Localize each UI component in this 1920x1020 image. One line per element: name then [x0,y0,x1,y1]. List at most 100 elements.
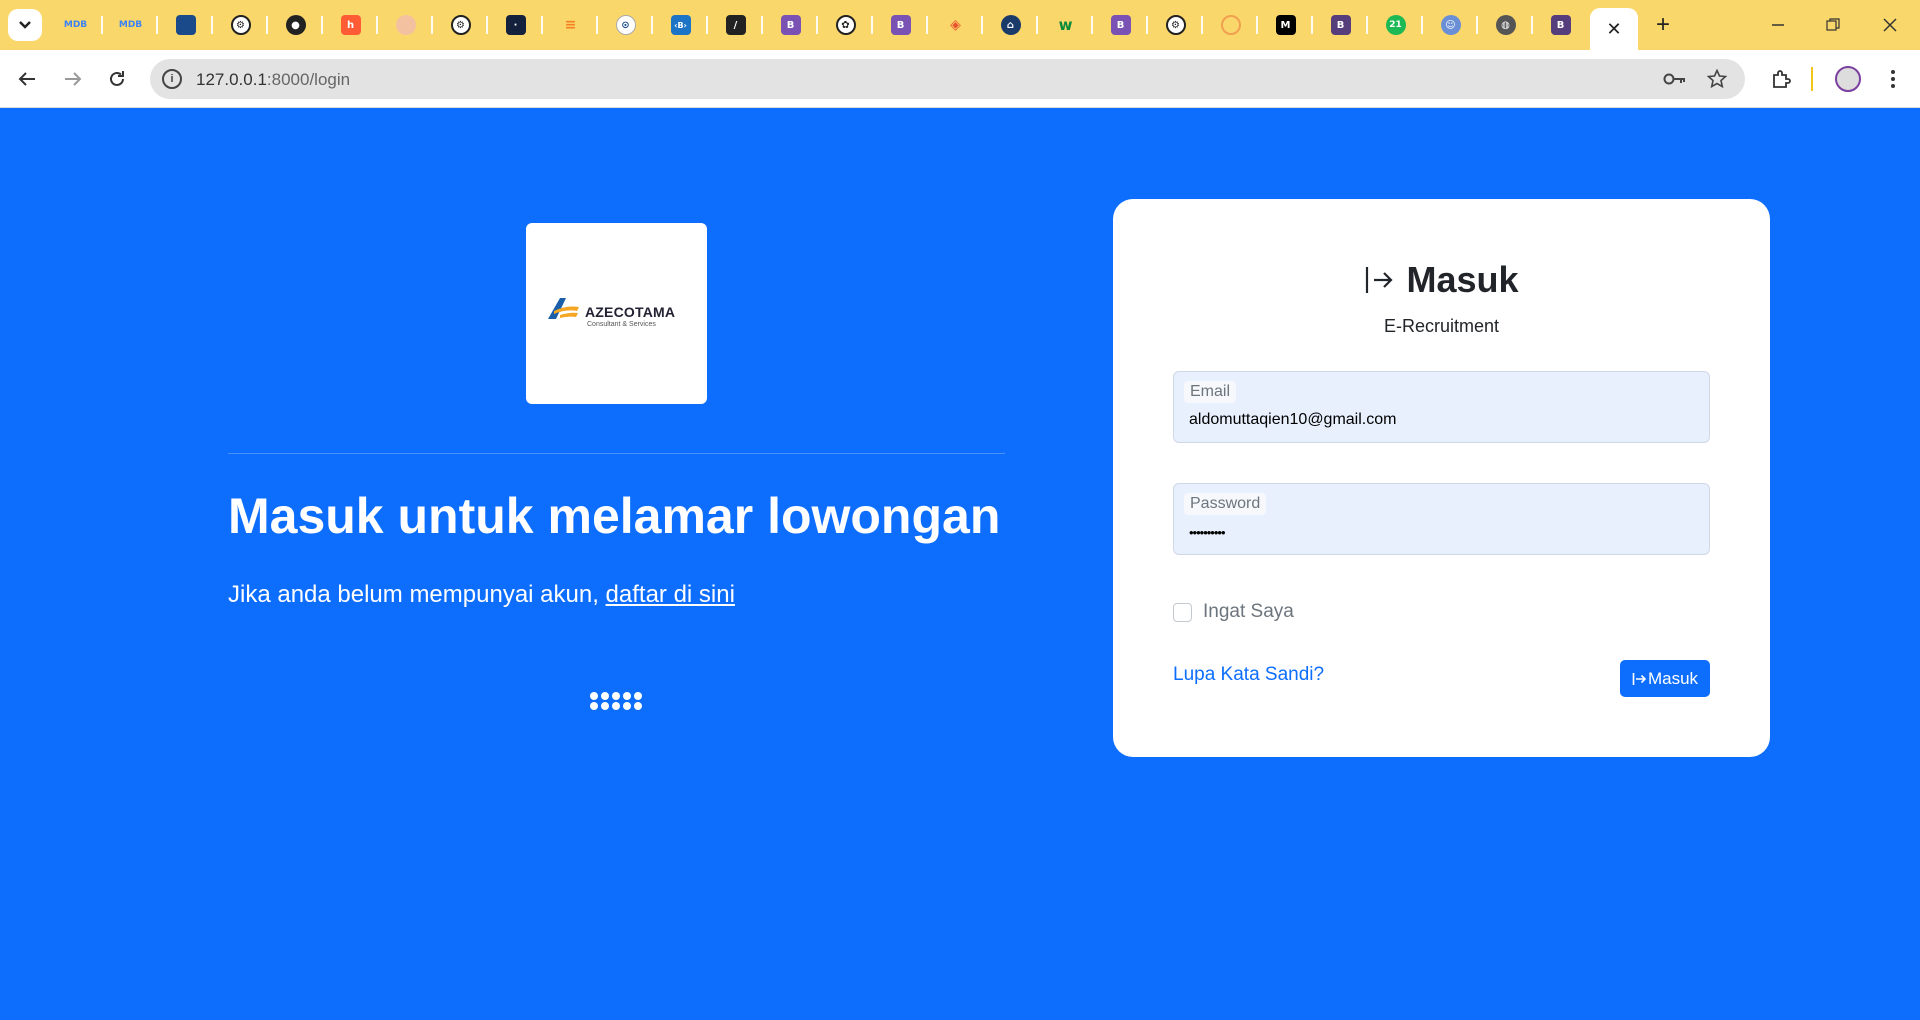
extension-icon: ⚙ [1165,15,1186,35]
url-text[interactable]: 127.0.0.1:8000/login [196,70,350,90]
login-subtitle: E-Recruitment [1383,316,1500,336]
browser-tab[interactable]: B [873,0,928,50]
bootstrap-icon: B [1110,15,1131,35]
browser-tab[interactable]: ⚙ [433,0,488,50]
brand-name: AZECOTAMA [585,304,676,320]
email-input[interactable]: aldomuttaqien10@gmail.com [1189,411,1396,429]
app-icon [175,15,196,35]
avatar [1835,66,1861,92]
tab-list: MDB MDB ⚙ ● h ⚙ · ≡ ⊙ ‹B› / B ✿ B ◈ ⌂ w … [48,0,1588,50]
tab-search-button[interactable] [8,9,42,41]
reload-icon [110,71,124,86]
extension-icon: ⚙ [450,15,471,35]
hero-headline: Masuk untuk melamar lowongan [228,488,1001,544]
hero-divider [228,453,1005,454]
back-button[interactable] [10,62,44,96]
register-link[interactable]: daftar di sini [606,581,735,608]
bootstrap-blue-icon: ‹B› [670,15,691,35]
password-input[interactable]: •••••••••• [1189,525,1226,540]
active-tab[interactable]: ✕ [1590,8,1638,50]
badge-21-icon: 21 [1385,15,1406,35]
chevron-down-icon [19,21,31,29]
browser-tab[interactable] [1203,0,1258,50]
browser-tab[interactable]: M [1258,0,1313,50]
brand-tagline: Consultant & Services [587,321,656,328]
browser-tab[interactable]: · [488,0,543,50]
notion-icon: / [725,15,746,35]
browser-tab[interactable]: ☺ [1423,0,1478,50]
browser-tab[interactable]: ‹B› [653,0,708,50]
browser-tab[interactable]: ⌂ [983,0,1038,50]
remember-me[interactable]: Ingat Saya [1173,601,1294,623]
github-icon: ● [285,15,306,35]
more-vert-icon [1891,70,1895,88]
browser-tab[interactable] [378,0,433,50]
hubspot-icon: h [340,15,361,35]
close-tab-icon[interactable]: ✕ [1606,19,1621,40]
browser-tab[interactable]: h [323,0,378,50]
puzzle-icon [1773,70,1791,88]
browser-tab[interactable]: B [1533,0,1588,50]
browser-tab[interactable]: B [1313,0,1368,50]
git-icon: ◈ [950,17,961,33]
extensions-button[interactable] [1764,62,1798,96]
forward-button[interactable] [56,62,90,96]
site-info-icon[interactable]: i [162,69,182,89]
browser-tab[interactable]: 21 [1368,0,1423,50]
extension-icon: ⚙ [230,15,251,35]
reload-button[interactable] [100,62,134,96]
browser-tab[interactable]: ⚙ [1148,0,1203,50]
browser-tab[interactable]: B [763,0,818,50]
browser-tab[interactable]: ◍ [1478,0,1533,50]
browser-tab[interactable]: ≡ [543,0,598,50]
arrow-left-icon [18,72,35,86]
browser-tab[interactable]: B [1093,0,1148,50]
dark-app-icon: · [505,15,526,35]
close-window-icon[interactable] [1870,10,1910,40]
bootstrap-dark-icon: B [1550,15,1571,35]
home-icon: ⌂ [1000,15,1021,35]
password-key-icon[interactable] [1663,67,1687,91]
remember-label: Ingat Saya [1203,601,1294,622]
swirl-icon [1220,15,1241,35]
globe-icon: ◍ [1495,15,1516,35]
browser-tabstrip: MDB MDB ⚙ ● h ⚙ · ≡ ⊙ ‹B› / B ✿ B ◈ ⌂ w … [0,0,1920,50]
browser-tab[interactable]: ● [268,0,323,50]
bookmark-star-icon[interactable] [1705,67,1729,91]
browser-tab[interactable]: ⚙ [213,0,268,50]
restore-icon[interactable] [1813,10,1853,40]
profile-avatar[interactable] [1831,62,1865,96]
forgot-password-link[interactable]: Lupa Kata Sandi? [1173,664,1324,686]
browser-tab[interactable]: w [1038,0,1093,50]
menu-button[interactable] [1876,62,1910,96]
brand-logo: AZECOTAMA Consultant & Services [526,223,707,404]
browser-tab[interactable] [158,0,213,50]
browser-tab[interactable]: ◈ [928,0,983,50]
browser-tab[interactable]: MDB [103,0,158,50]
password-field[interactable]: Password •••••••••• [1173,483,1710,555]
browser-toolbar: i 127.0.0.1:8000/login [0,50,1920,108]
login-card: Masuk E-Recruitment Email aldomuttaqien1… [1113,199,1770,757]
remember-checkbox[interactable] [1173,602,1192,622]
openai-icon: ✿ [835,15,856,35]
email-field[interactable]: Email aldomuttaqien10@gmail.com [1173,371,1710,443]
login-submit-button[interactable]: Masuk [1620,660,1710,697]
register-prompt: Jika anda belum mempunyai akun, daftar d… [228,581,735,609]
browser-tab[interactable]: ✿ [818,0,873,50]
login-icon [1366,267,1394,293]
login-icon [1632,672,1646,685]
bootstrap-dark-icon: B [1330,15,1351,35]
mdb-icon: MDB [118,20,143,30]
w-icon: w [1058,16,1073,34]
login-title: Masuk [1113,259,1770,301]
bootstrap-icon: B [780,15,801,35]
new-tab-button[interactable]: + [1650,11,1676,38]
email-label: Email [1184,381,1237,403]
candy-icon [395,15,416,35]
browser-tab[interactable]: MDB [48,0,103,50]
browser-tab[interactable]: / [708,0,763,50]
address-bar[interactable]: i 127.0.0.1:8000/login [150,59,1745,99]
browser-tab[interactable]: ⊙ [598,0,653,50]
dots-decoration [590,692,644,710]
minimize-icon[interactable] [1758,10,1798,40]
